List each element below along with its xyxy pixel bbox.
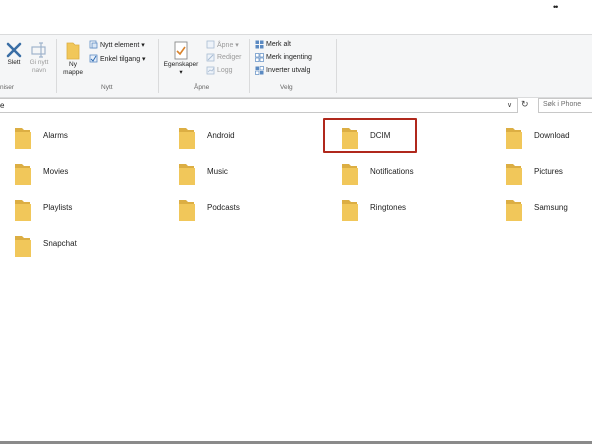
address-path: e [0,101,5,110]
edit-label: Rediger [217,54,242,61]
invert-selection-icon [255,66,264,75]
group-separator [336,39,337,93]
properties-dropdown-arrow: ▾ [179,69,183,76]
search-placeholder: Søk i Phone [543,101,582,108]
edit-icon [206,53,215,62]
folder-name: Download [534,131,570,140]
properties-icon [174,41,188,60]
new-folder-button[interactable]: Ny mappe [60,41,86,77]
invert-selection-label: Inverter utvalg [266,67,311,74]
select-all-button[interactable]: Merk alt [255,40,291,49]
folder-icon [15,128,31,149]
select-none-button[interactable]: Merk ingenting [255,53,312,62]
history-icon [206,66,215,75]
open-group-label: Åpne [194,84,210,91]
properties-label: Egenskaper [163,61,199,68]
folder-name: Android [207,131,235,140]
folder-icon [15,200,31,221]
new-folder-label: Ny mappe [63,61,83,76]
folder-icon [15,164,31,185]
folder-icon [342,164,358,185]
select-all-label: Merk alt [266,41,291,48]
select-none-icon [255,53,264,62]
folder-name: Podcasts [207,203,240,212]
easy-access-icon [89,54,98,63]
folder-name: Movies [43,167,69,176]
window-controls[interactable]: •• [553,2,558,12]
new-item-label: Nytt element ▾ [100,41,145,49]
folder-name: Notifications [370,167,414,176]
open-icon [206,40,215,49]
folder-view: Alarms Android DCIM Download Movies Musi… [0,116,592,444]
open-button[interactable]: Åpne ▾ [206,40,239,49]
folder-icon [15,236,31,257]
folder-icon [506,200,522,221]
select-group-label: Velg [280,84,293,91]
history-label: Logg [217,67,233,74]
delete-button[interactable]: Slett [4,41,24,67]
group-separator [56,39,57,93]
folder-icon [179,128,195,149]
group-separator [249,39,250,93]
chevron-down-icon[interactable]: ∨ [507,101,512,109]
address-bar: e ∨ ↻ Søk i Phone [0,98,592,114]
folder-name: Alarms [43,131,68,140]
folder-icon [342,200,358,221]
folder-icon [179,164,195,185]
rename-button[interactable]: Gi nytt navn [28,41,50,75]
invert-selection-button[interactable]: Inverter utvalg [255,66,310,75]
folder-name: Samsung [534,203,568,212]
rename-label: Gi nytt navn [29,59,49,74]
ribbon: Slett Gi nytt navn niser Ny mappe Nytt e… [0,34,592,98]
delete-x-icon [6,42,22,58]
folder-icon [506,128,522,149]
edit-button[interactable]: Rediger [206,53,242,62]
folder-name: Ringtones [370,203,407,212]
easy-access-button[interactable]: Enkel tilgang ▾ [89,54,146,63]
address-field[interactable]: e ∨ [0,98,518,113]
folder-name: Snapchat [43,239,77,248]
search-input[interactable]: Søk i Phone [538,98,592,113]
dcim-highlight-box [323,118,417,153]
new-item-icon [89,40,98,49]
title-bar: •• [0,0,592,34]
new-item-button[interactable]: Nytt element ▾ [89,40,145,49]
delete-label: Slett [7,59,21,66]
new-group-label: Nytt [101,84,113,91]
properties-button[interactable]: Egenskaper ▾ [161,41,201,77]
rename-icon [31,42,46,58]
organize-group-label: niser [0,84,15,91]
folder-name: Music [207,167,228,176]
easy-access-label: Enkel tilgang ▾ [100,55,146,63]
folder-icon [179,200,195,221]
folder-name: Playlists [43,203,73,212]
history-button[interactable]: Logg [206,66,233,75]
group-separator [158,39,159,93]
open-label: Åpne ▾ [217,41,239,49]
new-folder-icon [66,42,80,60]
select-none-label: Merk ingenting [266,54,312,61]
select-all-icon [255,40,264,49]
folder-icon [506,164,522,185]
refresh-icon[interactable]: ↻ [521,99,529,110]
folder-name: Pictures [534,167,563,176]
